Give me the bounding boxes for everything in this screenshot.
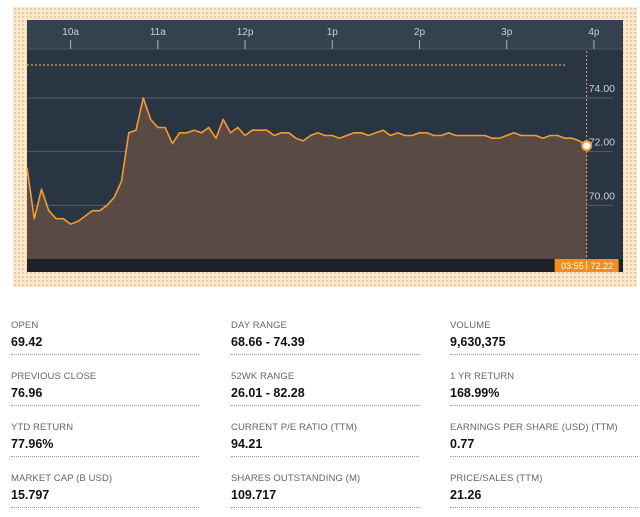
stat-value: 26.01 - 82.28 (231, 386, 305, 400)
stat-market-cap: MARKET CAP (B USD) 15.797 (11, 473, 199, 511)
stat-value: 77.96% (11, 437, 54, 451)
stat-label: VOLUME (450, 320, 491, 331)
stat-current-pe-ratio: CURRENT P/E RATIO (TTM) 94.21 (231, 422, 419, 460)
divider (231, 456, 419, 457)
divider (11, 507, 199, 508)
stat-label: SHARES OUTSTANDING (M) (231, 473, 361, 484)
stat-label: 1 YR RETURN (450, 371, 515, 382)
stat-label: 52WK RANGE (231, 371, 295, 382)
stat-previous-close: PREVIOUS CLOSE 76.96 (11, 371, 199, 409)
stat-value: 109.717 (231, 488, 277, 502)
stat-label: EARNINGS PER SHARE (USD) (TTM) (450, 422, 618, 433)
divider (450, 456, 638, 457)
divider (11, 456, 199, 457)
stat-52wk-range: 52WK RANGE 26.01 - 82.28 (231, 371, 419, 409)
stat-earnings-per-share: EARNINGS PER SHARE (USD) (TTM) 0.77 (450, 422, 638, 460)
divider (450, 405, 638, 406)
stat-label: PRICE/SALES (TTM) (450, 473, 543, 484)
stat-label: DAY RANGE (231, 320, 287, 331)
divider (450, 507, 638, 508)
divider (231, 354, 419, 355)
divider (450, 354, 638, 355)
stat-1yr-return: 1 YR RETURN 168.99% (450, 371, 638, 409)
stat-label: YTD RETURN (11, 422, 74, 433)
stat-label: PREVIOUS CLOSE (11, 371, 97, 382)
stat-value: 168.99% (450, 386, 500, 400)
key-stats-grid: OPEN 69.42 DAY RANGE 68.66 - 74.39 VOLUM… (0, 0, 640, 517)
stat-shares-outstanding: SHARES OUTSTANDING (M) 109.717 (231, 473, 419, 511)
divider (231, 405, 419, 406)
stat-label: CURRENT P/E RATIO (TTM) (231, 422, 357, 433)
divider (11, 405, 199, 406)
divider (11, 354, 199, 355)
stat-ytd-return: YTD RETURN 77.96% (11, 422, 199, 460)
stat-value: 9,630,375 (450, 335, 506, 349)
stat-day-range: DAY RANGE 68.66 - 74.39 (231, 320, 419, 358)
stat-value: 0.77 (450, 437, 475, 451)
stat-value: 21.26 (450, 488, 482, 502)
stat-label: OPEN (11, 320, 39, 331)
stat-value: 94.21 (231, 437, 263, 451)
stat-volume: VOLUME 9,630,375 (450, 320, 638, 358)
stat-price-sales: PRICE/SALES (TTM) 21.26 (450, 473, 638, 511)
stat-open: OPEN 69.42 (11, 320, 199, 358)
divider (231, 507, 419, 508)
stat-label: MARKET CAP (B USD) (11, 473, 113, 484)
stat-value: 69.42 (11, 335, 43, 349)
stat-value: 15.797 (11, 488, 50, 502)
stat-value: 68.66 - 74.39 (231, 335, 305, 349)
stat-value: 76.96 (11, 386, 43, 400)
